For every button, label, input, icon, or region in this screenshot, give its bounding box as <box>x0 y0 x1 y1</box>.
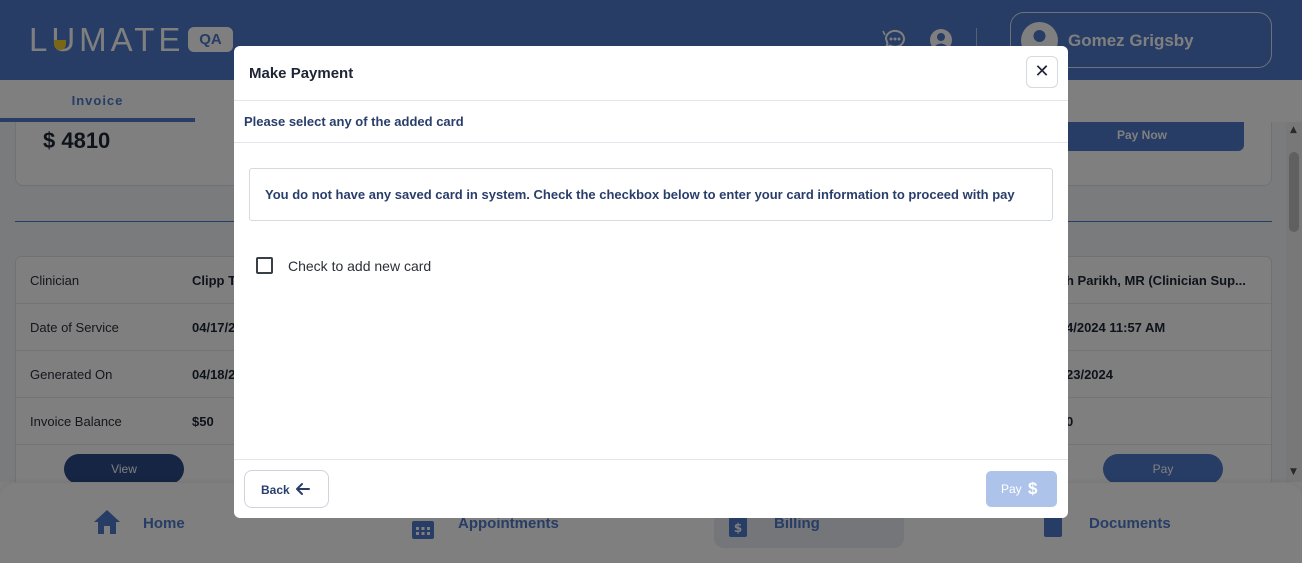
back-label: Back <box>261 483 290 497</box>
close-button[interactable]: ✕ <box>1026 56 1058 88</box>
modal-title: Make Payment <box>249 65 354 82</box>
subtitle-divider <box>234 142 1068 143</box>
arrow-left-icon <box>295 481 311 497</box>
notice-text: You do not have any saved card in system… <box>265 187 1015 202</box>
modal-subtitle: Please select any of the added card <box>244 114 464 129</box>
pay-button[interactable]: Pay $ <box>986 471 1057 507</box>
modal-footer-divider <box>234 459 1068 460</box>
close-icon: ✕ <box>1034 61 1050 82</box>
pay-label: Pay <box>1001 482 1022 496</box>
checkbox-label[interactable]: Check to add new card <box>288 258 431 274</box>
dollar-icon: $ <box>1028 479 1038 498</box>
back-button[interactable]: Back <box>244 470 329 508</box>
modal-header-divider <box>234 100 1068 101</box>
make-payment-modal: Make Payment ✕ Please select any of the … <box>234 46 1068 518</box>
add-new-card-checkbox[interactable] <box>256 257 273 274</box>
no-saved-card-notice: You do not have any saved card in system… <box>249 168 1053 221</box>
